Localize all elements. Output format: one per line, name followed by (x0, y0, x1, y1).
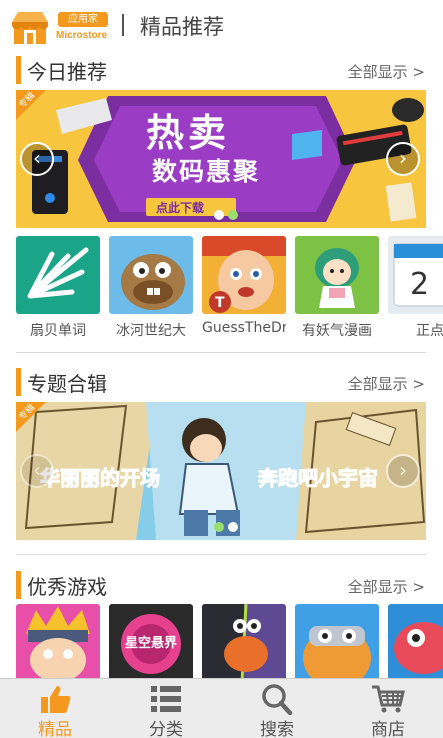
next-arrow-icon[interactable]: › (386, 142, 420, 176)
svg-text:2: 2 (410, 267, 429, 302)
banner-subheadline: 数码惠聚 (152, 157, 261, 186)
section-accent-bar (16, 56, 21, 84)
recommended-apps-list: 扇贝单词 冰河世纪大 T GuessTheDr 有妖气漫画 2 正点 (16, 236, 443, 346)
ice-age-app-icon (109, 236, 193, 314)
ninja-game-icon (16, 604, 100, 678)
monster-game-icon (202, 604, 286, 678)
app-header: 应用家 Microstore 精品推荐 (0, 0, 443, 52)
app-name: 正点 (416, 323, 443, 339)
carousel-dot[interactable] (228, 522, 238, 532)
star-game-icon: 星空悬界 (109, 604, 193, 678)
tab-featured[interactable]: 精品 (0, 679, 110, 738)
shopping-cart-icon (372, 685, 405, 713)
app-item[interactable]: 2 正点 (388, 236, 443, 340)
carousel-dot[interactable] (214, 210, 224, 220)
brand-badge: 应用家 (58, 12, 108, 27)
carousel-dot-active[interactable] (214, 522, 224, 532)
section-title: 优秀游戏 (27, 575, 107, 599)
list-icon (151, 686, 181, 712)
app-item[interactable]: 冰河世纪大 (109, 236, 193, 340)
calendar-app-icon: 2 (388, 236, 443, 314)
bottom-tab-bar: 精品 分类 搜索 商店 (0, 678, 443, 738)
app-item[interactable]: T GuessTheDr (202, 236, 286, 336)
show-all-link[interactable]: 全部显示 > (348, 576, 425, 597)
guess-drawing-app-icon: T (202, 236, 286, 314)
fan-shell-app-icon (16, 236, 100, 314)
app-name: 冰河世纪大 (116, 323, 186, 339)
section-today-header: 今日推荐 全部显示 > (0, 54, 443, 86)
thumbs-up-icon (41, 686, 71, 713)
banner-download-button[interactable]: 点此下载 (156, 199, 204, 216)
prev-arrow-icon[interactable]: ‹ (20, 454, 54, 488)
section-title: 今日推荐 (27, 60, 107, 84)
section-accent-bar (16, 571, 21, 599)
fish-game-icon (388, 604, 443, 678)
app-item[interactable]: 有妖气漫画 (295, 236, 379, 340)
comic-app-icon (295, 236, 379, 314)
tab-label: 商店 (371, 720, 405, 738)
topic-banner-left-text: 华丽丽的开场 (40, 466, 161, 491)
section-divider (16, 352, 426, 353)
section-accent-bar (16, 368, 21, 396)
tab-categories[interactable]: 分类 (111, 679, 221, 738)
tab-store[interactable]: 商店 (333, 679, 443, 738)
tab-label: 搜索 (260, 720, 294, 738)
tab-label: 精品 (38, 720, 72, 738)
brand-name: Microstore (56, 30, 108, 41)
search-icon (262, 684, 293, 715)
prev-arrow-icon[interactable]: ‹ (20, 142, 54, 176)
header-divider (122, 14, 124, 36)
section-games-header: 优秀游戏 全部显示 > (0, 569, 443, 601)
topic-banner-right-text: 奔跑吧小宇宙 (258, 466, 379, 491)
app-item[interactable]: 扇贝单词 (16, 236, 100, 340)
star-game-label: 星空悬界 (124, 636, 177, 651)
section-topics-header: 专题合辑 全部显示 > (0, 366, 443, 398)
game-item[interactable] (202, 604, 286, 678)
tab-search[interactable]: 搜索 (222, 679, 332, 738)
app-name: 有妖气漫画 (302, 323, 372, 339)
game-item[interactable] (388, 604, 443, 678)
show-all-link[interactable]: 全部显示 > (348, 373, 425, 394)
games-list: 星空悬界 (16, 604, 443, 678)
show-all-link[interactable]: 全部显示 > (348, 61, 425, 82)
topic-banner[interactable]: 华丽丽的开场 奔跑吧小宇宙 专辑 ‹ › (16, 402, 426, 540)
carousel-dot-active[interactable] (228, 210, 238, 220)
pilot-game-icon (295, 604, 379, 678)
app-name: GuessTheDr (202, 320, 286, 336)
section-title: 专题合辑 (27, 372, 107, 396)
game-item[interactable]: 星空悬界 (109, 604, 193, 678)
game-item[interactable] (295, 604, 379, 678)
section-divider (16, 554, 426, 555)
carousel-dots (214, 205, 242, 224)
banner-headline: 热卖 (146, 111, 231, 155)
next-arrow-icon[interactable]: › (386, 454, 420, 488)
game-item[interactable] (16, 604, 100, 678)
app-name: 扇贝单词 (30, 323, 86, 339)
page-title: 精品推荐 (140, 15, 224, 39)
store-logo-icon (12, 12, 48, 44)
promo-banner[interactable]: 热卖 数码惠聚 点此下载 专辑 ‹ › (16, 90, 426, 228)
tab-label: 分类 (149, 720, 183, 738)
svg-text:T: T (215, 295, 225, 311)
carousel-dots (214, 517, 242, 536)
